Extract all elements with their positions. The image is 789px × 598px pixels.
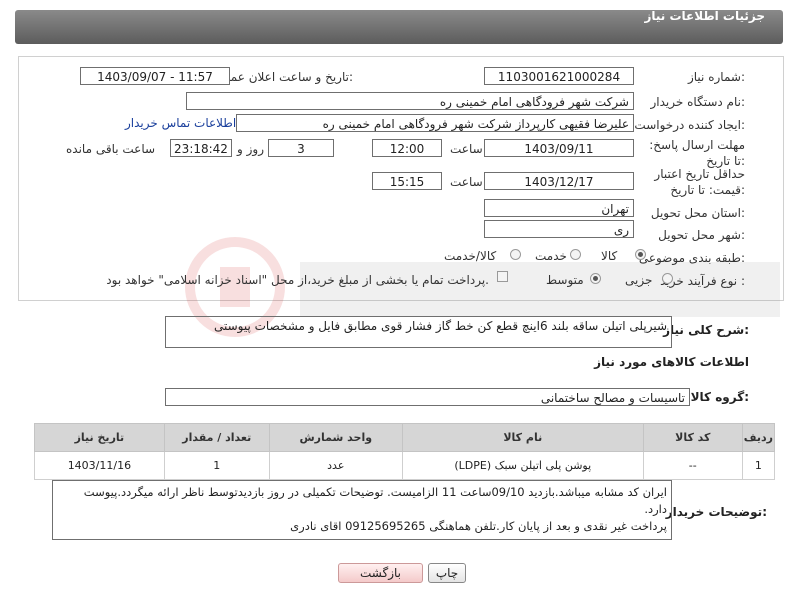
- validity-label: حداقل تاریخ اعتبار قیمت: تا تاریخ:: [654, 167, 745, 197]
- province-label: استان محل تحویل:: [650, 206, 745, 220]
- city-field: ری: [484, 220, 634, 238]
- buyer-org-field: شرکت شهر فرودگاهی امام خمینی ره: [186, 92, 634, 110]
- buyer-notes-text: ایران کد مشابه میباشد.بازدید 09/10ساعت 1…: [83, 485, 667, 533]
- buyer-org-label: نام دستگاه خریدار:: [650, 95, 746, 109]
- category-radio-goods[interactable]: [635, 249, 646, 260]
- category-radio-both[interactable]: [510, 249, 521, 260]
- need-number-label: شماره نیاز:: [687, 70, 745, 84]
- validity-time-field: 15:15: [372, 172, 442, 190]
- buyer-notes-label: توضیحات خریدار:: [665, 505, 767, 519]
- summary-textarea[interactable]: شیرپلی اتیلن ساقه بلند 6اینچ قطع کن خط گ…: [165, 316, 672, 348]
- col-qty: تعداد / مقدار: [163, 423, 270, 452]
- deadline-time-label: ساعت: [450, 142, 483, 156]
- deadline-time-field: 12:00: [372, 139, 442, 157]
- announce-field: 1403/09/07 - 11:57: [80, 67, 230, 85]
- table-row: 1 -- پوشن پلی اتیلن سبک (LDPE) عدد 1 140…: [34, 451, 776, 480]
- deadline-date-field: 1403/09/11: [484, 139, 634, 157]
- process-option-medium: متوسط: [546, 273, 584, 287]
- validity-time-label: ساعت: [450, 175, 483, 189]
- goods-section-title: اطلاعات کالاهای مورد نیاز: [594, 355, 749, 369]
- goods-table: ردیف کد کالا نام کالا واحد شمارش تعداد /…: [34, 423, 776, 480]
- treasury-payment-checkbox[interactable]: [497, 271, 508, 282]
- category-radio-service[interactable]: [570, 249, 581, 260]
- contact-info-link[interactable]: اطلاعات تماس خریدار: [125, 116, 236, 130]
- cell-qty: 1: [163, 451, 270, 480]
- col-code: کد کالا: [642, 423, 743, 452]
- city-label: شهر محل تحویل:: [658, 228, 745, 242]
- process-option-minor: جزیی: [625, 273, 653, 287]
- category-option-goods: کالا: [601, 249, 618, 263]
- buyer-notes-textarea[interactable]: ایران کد مشابه میباشد.بازدید 09/10ساعت 1…: [52, 480, 672, 540]
- days-field: 3: [268, 139, 334, 157]
- days-label: روز و: [237, 142, 264, 156]
- print-button[interactable]: چاپ: [428, 563, 466, 583]
- cell-code: --: [642, 451, 743, 480]
- validity-date-field: 1403/12/17: [484, 172, 634, 190]
- cell-row: 1: [741, 451, 776, 480]
- col-name: نام کالا: [401, 423, 644, 452]
- summary-label: شرح کلی نیاز:: [663, 323, 749, 337]
- process-radio-medium[interactable]: [590, 273, 601, 284]
- requester-field: علیرضا فقیهی کارپرداز شرکت شهر فرودگاهی …: [236, 114, 634, 132]
- need-number-field: 1103001621000284: [484, 67, 634, 85]
- province-field: تهران: [484, 199, 634, 217]
- process-label: نوع فرآیند خرید :: [660, 274, 745, 288]
- goods-table-header: ردیف کد کالا نام کالا واحد شمارش تعداد /…: [34, 423, 776, 452]
- remaining-time-field: 23:18:42: [170, 139, 232, 157]
- requester-label: ایجاد کننده درخواست:: [634, 118, 745, 132]
- col-row: ردیف: [741, 423, 776, 452]
- goods-group-label: گروه کالا:: [690, 390, 749, 404]
- category-label: طبقه بندی موضوعی:: [638, 251, 745, 265]
- treasury-payment-note: پرداخت تمام یا بخشی از مبلغ خرید،از محل …: [106, 273, 489, 287]
- category-option-both: کالا/خدمت: [444, 249, 497, 263]
- summary-text: شیرپلی اتیلن ساقه بلند 6اینچ قطع کن خط گ…: [213, 319, 667, 333]
- category-option-service: خدمت: [535, 249, 567, 263]
- back-button[interactable]: بازگشت: [338, 563, 423, 583]
- col-unit: واحد شمارش: [268, 423, 403, 452]
- deadline-label: مهلت ارسال پاسخ: تا تاریخ:: [649, 138, 745, 168]
- process-radio-minor[interactable]: [662, 273, 673, 284]
- page-title: جزئیات اطلاعات نیاز: [644, 9, 765, 23]
- cell-date: 1403/11/16: [34, 451, 165, 480]
- cell-unit: عدد: [268, 451, 403, 480]
- remaining-label: ساعت باقی مانده: [66, 142, 156, 156]
- col-date: تاریخ نیاز: [34, 423, 165, 452]
- goods-group-field: تاسیسات و مصالح ساختمانی: [165, 388, 690, 406]
- cell-name: پوشن پلی اتیلن سبک (LDPE): [401, 451, 644, 480]
